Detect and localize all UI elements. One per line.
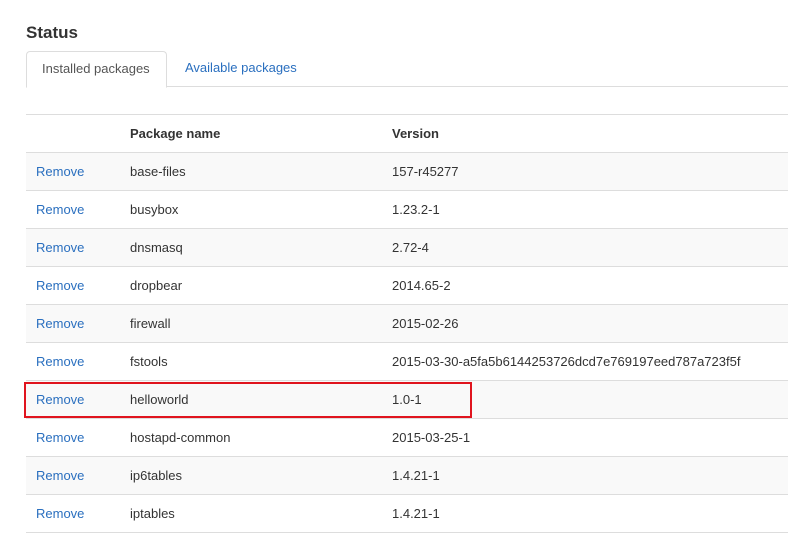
column-header-version: Version xyxy=(382,114,788,153)
table-row: Remove base-files 157-r45277 xyxy=(26,152,788,191)
package-version: 1.23.2-1 xyxy=(382,190,788,229)
table-row-highlighted: Remove helloworld 1.0-1 xyxy=(26,380,788,419)
remove-link[interactable]: Remove xyxy=(36,392,84,407)
package-name: helloworld xyxy=(120,380,382,419)
table-row: Remove fstools 2015-03-30-a5fa5b61442537… xyxy=(26,342,788,381)
package-tabs: Installed packages Available packages xyxy=(26,51,788,88)
remove-link[interactable]: Remove xyxy=(36,468,84,483)
package-version: 2015-02-26 xyxy=(382,304,788,343)
package-name: base-files xyxy=(120,152,382,191)
status-page: Status Installed packages Available pack… xyxy=(0,0,788,537)
package-name: dnsmasq xyxy=(120,228,382,267)
package-version: 157-r45277 xyxy=(382,152,788,191)
package-version: 2015-03-30-a5fa5b6144253726dcd7e769197ee… xyxy=(382,342,788,381)
package-version: 1.4.21-1 xyxy=(382,494,788,533)
package-name: ip6tables xyxy=(120,456,382,495)
tab-available-packages[interactable]: Available packages xyxy=(170,51,312,87)
remove-link[interactable]: Remove xyxy=(36,354,84,369)
remove-link[interactable]: Remove xyxy=(36,202,84,217)
package-version: 1.0-1 xyxy=(382,380,788,419)
table-row: Remove iptables 1.4.21-1 xyxy=(26,494,788,533)
package-name: firewall xyxy=(120,304,382,343)
table-row: Remove dnsmasq 2.72-4 xyxy=(26,228,788,267)
column-header-package-name: Package name xyxy=(120,114,382,153)
installed-packages-table: Package name Version Remove base-files 1… xyxy=(26,114,788,533)
remove-link[interactable]: Remove xyxy=(36,278,84,293)
table-row: Remove ip6tables 1.4.21-1 xyxy=(26,456,788,495)
remove-link[interactable]: Remove xyxy=(36,240,84,255)
package-version: 1.4.21-1 xyxy=(382,456,788,495)
column-header-action xyxy=(26,114,120,153)
remove-link[interactable]: Remove xyxy=(36,506,84,521)
remove-link[interactable]: Remove xyxy=(36,164,84,179)
package-name: fstools xyxy=(120,342,382,381)
remove-link[interactable]: Remove xyxy=(36,316,84,331)
remove-link[interactable]: Remove xyxy=(36,430,84,445)
package-name: busybox xyxy=(120,190,382,229)
package-version: 2014.65-2 xyxy=(382,266,788,305)
package-version: 2.72-4 xyxy=(382,228,788,267)
table-row: Remove firewall 2015-02-26 xyxy=(26,304,788,343)
table-row: Remove hostapd-common 2015-03-25-1 xyxy=(26,418,788,457)
package-name: iptables xyxy=(120,494,382,533)
table-row: Remove busybox 1.23.2-1 xyxy=(26,190,788,229)
table-header-row: Package name Version xyxy=(26,114,788,153)
package-name: dropbear xyxy=(120,266,382,305)
table-row: Remove dropbear 2014.65-2 xyxy=(26,266,788,305)
tab-installed-packages[interactable]: Installed packages xyxy=(26,51,167,88)
package-name: hostapd-common xyxy=(120,418,382,457)
page-title: Status xyxy=(26,23,78,42)
package-version: 2015-03-25-1 xyxy=(382,418,788,457)
